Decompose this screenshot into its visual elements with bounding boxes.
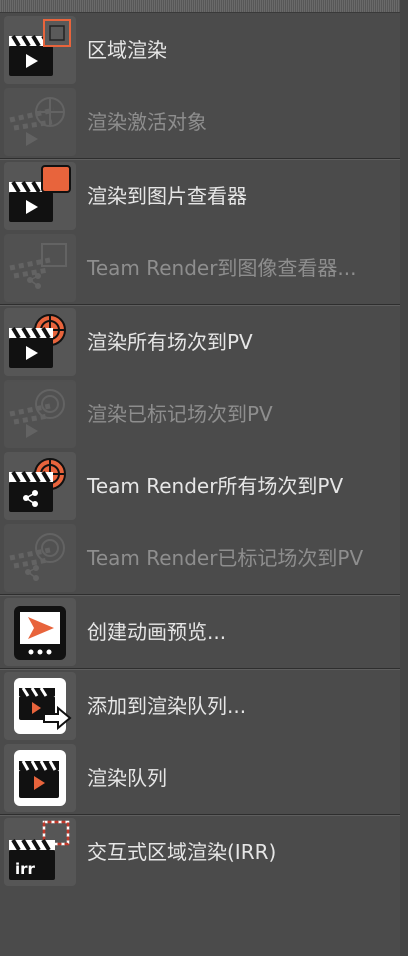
menu-group-preview: 创建动画预览... <box>0 596 400 668</box>
menu-item-label: 渲染所有场次到PV <box>87 330 253 354</box>
menu-group-region: 区域渲染 渲染激活对象 <box>0 14 400 158</box>
menu-item-label: Team Render已标记场次到PV <box>87 546 364 570</box>
menu-item-label: 渲染激活对象 <box>87 110 207 134</box>
menu-item-render-all-takes[interactable]: 渲染所有场次到PV <box>0 306 400 378</box>
menu-item-team-render-marked-takes[interactable]: Team Render已标记场次到PV <box>0 522 400 594</box>
menu-item-make-preview[interactable]: 创建动画预览... <box>0 596 400 668</box>
menu-item-render-active-object[interactable]: 渲染激活对象 <box>0 86 400 158</box>
menu-item-team-render-to-picture-viewer[interactable]: Team Render到图像查看器... <box>0 232 400 304</box>
render-active-object-icon <box>4 88 76 156</box>
menu-item-label: 添加到渲染队列... <box>87 694 247 718</box>
menu-group-irr: irr 交互式区域渲染(IRR) <box>0 816 400 888</box>
render-all-takes-icon <box>4 308 76 376</box>
menu-item-interactive-render-region[interactable]: irr 交互式区域渲染(IRR) <box>0 816 400 888</box>
window-title-strip <box>0 0 408 13</box>
make-preview-icon <box>4 598 76 666</box>
scrollbar-track[interactable] <box>400 0 408 956</box>
add-to-render-queue-icon <box>4 672 76 740</box>
menu-item-label: Team Render到图像查看器... <box>87 256 357 280</box>
menu-item-render-marked-takes[interactable]: 渲染已标记场次到PV <box>0 378 400 450</box>
menu-item-label: 区域渲染 <box>87 38 167 62</box>
menu-item-add-to-render-queue[interactable]: 添加到渲染队列... <box>0 670 400 742</box>
render-menu: 区域渲染 渲染激活对象 渲染到图片查看器 Team Render到图像查看器..… <box>0 14 400 888</box>
menu-item-render-to-picture-viewer[interactable]: 渲染到图片查看器 <box>0 160 400 232</box>
menu-item-render-queue[interactable]: 渲染队列 <box>0 742 400 814</box>
menu-group-takes: 渲染所有场次到PV 渲染已标记场次到PV Team Render所有场次到PV … <box>0 306 400 594</box>
menu-item-region-render[interactable]: 区域渲染 <box>0 14 400 86</box>
menu-item-label: 渲染已标记场次到PV <box>87 402 273 426</box>
irr-icon-text: irr <box>15 860 36 878</box>
menu-item-label: 渲染队列 <box>87 766 167 790</box>
region-render-icon <box>4 16 76 84</box>
menu-item-label: 创建动画预览... <box>87 620 227 644</box>
menu-item-label: 交互式区域渲染(IRR) <box>87 840 277 864</box>
menu-group-render-queue: 添加到渲染队列... 渲染队列 <box>0 670 400 814</box>
menu-item-label: 渲染到图片查看器 <box>87 184 247 208</box>
menu-item-label: Team Render所有场次到PV <box>87 474 344 498</box>
render-marked-takes-icon <box>4 380 76 448</box>
team-render-to-picture-viewer-icon <box>4 234 76 302</box>
menu-item-team-render-all-takes[interactable]: Team Render所有场次到PV <box>0 450 400 522</box>
render-queue-icon <box>4 744 76 812</box>
menu-group-picture-viewer: 渲染到图片查看器 Team Render到图像查看器... <box>0 160 400 304</box>
render-to-picture-viewer-icon <box>4 162 76 230</box>
interactive-render-region-icon: irr <box>4 818 76 886</box>
team-render-all-takes-icon <box>4 452 76 520</box>
team-render-marked-takes-icon <box>4 524 76 592</box>
